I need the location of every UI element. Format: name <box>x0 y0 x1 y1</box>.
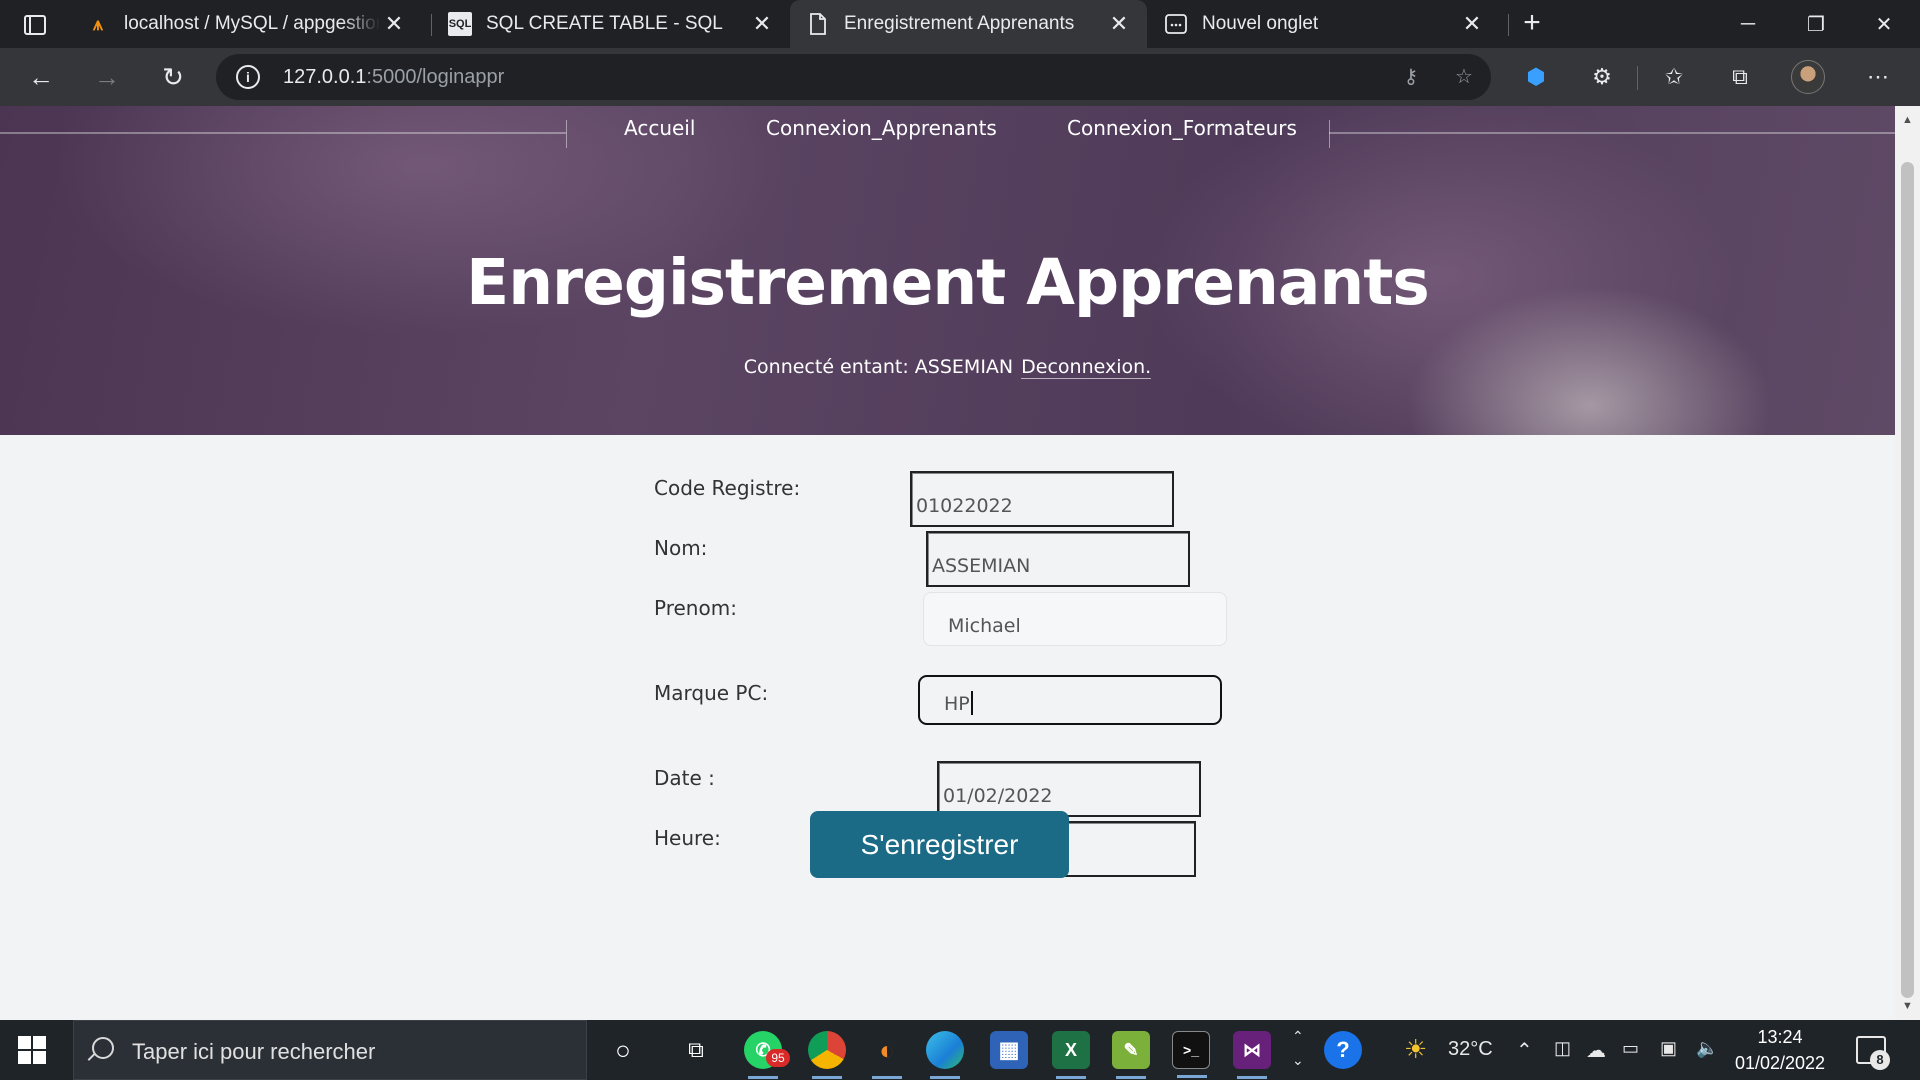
phpmyadmin-icon: ⩚ <box>92 13 104 34</box>
add-favorite-icon[interactable]: ☆ <box>1449 62 1479 92</box>
key-icon[interactable]: ⚷ <box>1396 62 1426 92</box>
notepad-plus-icon[interactable]: ✎ <box>1112 1031 1150 1079</box>
nav-divider-right <box>1329 132 1895 134</box>
network-icon[interactable]: ▣ <box>1660 1038 1677 1059</box>
close-icon[interactable]: ✕ <box>380 11 408 37</box>
whatsapp-icon[interactable]: ✆ 95 <box>744 1031 790 1079</box>
nav-divider-left <box>0 132 566 134</box>
prenom-input[interactable]: Michael <box>923 592 1227 646</box>
windows-taskbar: Taper ici pour rechercher ○ ⧉ ✆ 95 ◐ ▦ X … <box>0 1020 1920 1080</box>
extensions-icon[interactable]: ⚙ <box>1586 61 1618 93</box>
register-button[interactable]: S'enregistrer <box>810 811 1069 878</box>
date-input[interactable]: 01/02/2022 <box>937 761 1201 817</box>
notification-count: 8 <box>1870 1050 1890 1070</box>
nom-label: Nom: <box>654 536 708 560</box>
tab-enregistrement-apprenants[interactable]: Enregistrement Apprenants ✕ <box>790 0 1147 48</box>
scroll-up-arrow[interactable]: ▲ <box>1895 110 1920 130</box>
extension-shield-icon[interactable]: ⬢ <box>1520 61 1552 93</box>
page-icon <box>806 12 830 36</box>
heure-label: Heure: <box>654 826 721 850</box>
nav-divider-tick <box>1329 120 1330 148</box>
profile-avatar[interactable] <box>1791 60 1825 94</box>
scroll-down-arrow[interactable]: ▼ <box>1895 996 1920 1016</box>
sql-icon: SQL <box>448 12 472 36</box>
close-window-button[interactable]: ✕ <box>1850 0 1918 48</box>
more-menu-icon[interactable]: ⋯ <box>1862 61 1894 93</box>
taskbar-clock[interactable]: 13:24 01/02/2022 <box>1720 1024 1840 1076</box>
tab-actions-button[interactable] <box>14 10 56 40</box>
favorites-icon[interactable]: ✩ <box>1658 61 1690 93</box>
browser-tab-bar: ⩚ localhost / MySQL / appgestione ✕ SQL … <box>0 0 1920 48</box>
taskbar-search-placeholder: Taper ici pour rechercher <box>132 1039 376 1064</box>
clock-date: 01/02/2022 <box>1734 1053 1826 1073</box>
forward-button[interactable]: → <box>86 56 128 98</box>
help-icon[interactable]: ? <box>1324 1031 1362 1069</box>
page-title: Enregistrement Apprenants <box>466 246 1430 319</box>
text-cursor <box>970 691 973 715</box>
toolbar-separator <box>1637 66 1638 90</box>
calculator-icon[interactable]: ▦ <box>990 1031 1028 1069</box>
taskbar-search-box[interactable]: Taper ici pour rechercher <box>73 1020 587 1080</box>
excel-icon[interactable]: X <box>1052 1031 1090 1079</box>
nom-input[interactable]: ASSEMIAN <box>926 531 1190 587</box>
volume-icon[interactable]: 🔈 <box>1696 1038 1718 1059</box>
nav-divider-tick <box>566 120 567 148</box>
prenom-label: Prenom: <box>654 596 737 620</box>
restore-button[interactable]: ❐ <box>1782 0 1850 48</box>
terminal-icon[interactable]: >_ <box>1172 1031 1210 1078</box>
connected-user-text: Connecté entant: ASSEMIAN <box>743 356 1014 378</box>
weather-icon[interactable]: ☀ <box>1404 1034 1427 1065</box>
tab-nouvel-onglet[interactable]: Nouvel onglet ✕ <box>1148 0 1500 48</box>
date-label: Date : <box>654 766 715 790</box>
page-viewport: Accueil Connexion_Apprenants Connexion_F… <box>0 106 1895 1020</box>
reload-button[interactable]: ↻ <box>152 56 194 98</box>
whatsapp-badge: 95 <box>766 1049 790 1067</box>
code-registre-input[interactable]: 01022022 <box>910 471 1174 527</box>
tab-sql-create-table[interactable]: SQL SQL CREATE TABLE - SQL ✕ <box>432 0 790 48</box>
address-bar[interactable]: i 127.0.0.1:5000/loginappr ⚷ ☆ <box>216 54 1491 100</box>
browser-toolbar: ← → ↻ i 127.0.0.1:5000/loginappr ⚷ ☆ ⬢ ⚙… <box>0 48 1920 106</box>
clock-time: 13:24 <box>1757 1027 1803 1047</box>
tab-separator <box>1508 14 1509 36</box>
edge-icon[interactable] <box>926 1031 964 1079</box>
tab-actions-icon <box>24 15 46 35</box>
nav-accueil[interactable]: Accueil <box>624 116 695 140</box>
search-icon <box>92 1037 114 1059</box>
eclipse-icon[interactable]: ◐ <box>868 1031 906 1079</box>
marque-pc-value: HP <box>944 693 970 715</box>
windows-start-icon[interactable] <box>18 1036 46 1064</box>
visual-studio-icon[interactable]: ⋈ <box>1233 1031 1271 1079</box>
connected-status: Connecté entant: ASSEMIAN Deconnexion. <box>0 356 1895 379</box>
page-scrollbar[interactable]: ▲ ▼ <box>1895 106 1920 1020</box>
scrollbar-thumb[interactable] <box>1901 162 1914 998</box>
meet-now-icon[interactable]: ◫ <box>1554 1038 1571 1059</box>
site-info-icon[interactable]: i <box>236 65 260 89</box>
onedrive-icon[interactable]: ☁ <box>1586 1038 1606 1063</box>
minimize-button[interactable]: ─ <box>1714 0 1782 48</box>
close-icon[interactable]: ✕ <box>1458 11 1486 37</box>
battery-icon[interactable]: ▭ <box>1622 1038 1639 1059</box>
tab-phpmyadmin[interactable]: ⩚ localhost / MySQL / appgestione ✕ <box>70 0 422 48</box>
chrome-icon[interactable] <box>808 1031 846 1079</box>
marque-pc-input[interactable]: HP <box>918 675 1222 725</box>
url-text[interactable]: 127.0.0.1:5000/loginappr <box>283 66 504 89</box>
close-icon[interactable]: ✕ <box>1105 11 1133 37</box>
logout-link[interactable]: Deconnexion. <box>1021 356 1152 379</box>
back-button[interactable]: ← <box>20 56 62 98</box>
nav-connexion-apprenants[interactable]: Connexion_Apprenants <box>766 116 997 140</box>
collections-icon[interactable]: ⧉ <box>1724 61 1756 93</box>
new-tab-button[interactable]: + <box>1516 8 1548 40</box>
nav-connexion-formateurs[interactable]: Connexion_Formateurs <box>1067 116 1297 140</box>
newtab-icon <box>1164 12 1188 36</box>
hero-banner: Accueil Connexion_Apprenants Connexion_F… <box>0 106 1895 435</box>
show-hidden-icons[interactable]: ⌃ <box>1516 1038 1533 1063</box>
cortana-icon[interactable]: ○ <box>604 1031 642 1069</box>
code-registre-label: Code Registre: <box>654 476 801 500</box>
weather-temperature[interactable]: 32°C <box>1448 1038 1493 1061</box>
marque-pc-label: Marque PC: <box>654 681 769 705</box>
notification-center-icon[interactable]: 8 <box>1856 1036 1890 1070</box>
close-icon[interactable]: ✕ <box>748 11 776 37</box>
task-view-icon[interactable]: ⧉ <box>677 1031 715 1069</box>
taskbar-scroll-arrows[interactable]: ⌃ ⌄ <box>1292 1024 1304 1072</box>
